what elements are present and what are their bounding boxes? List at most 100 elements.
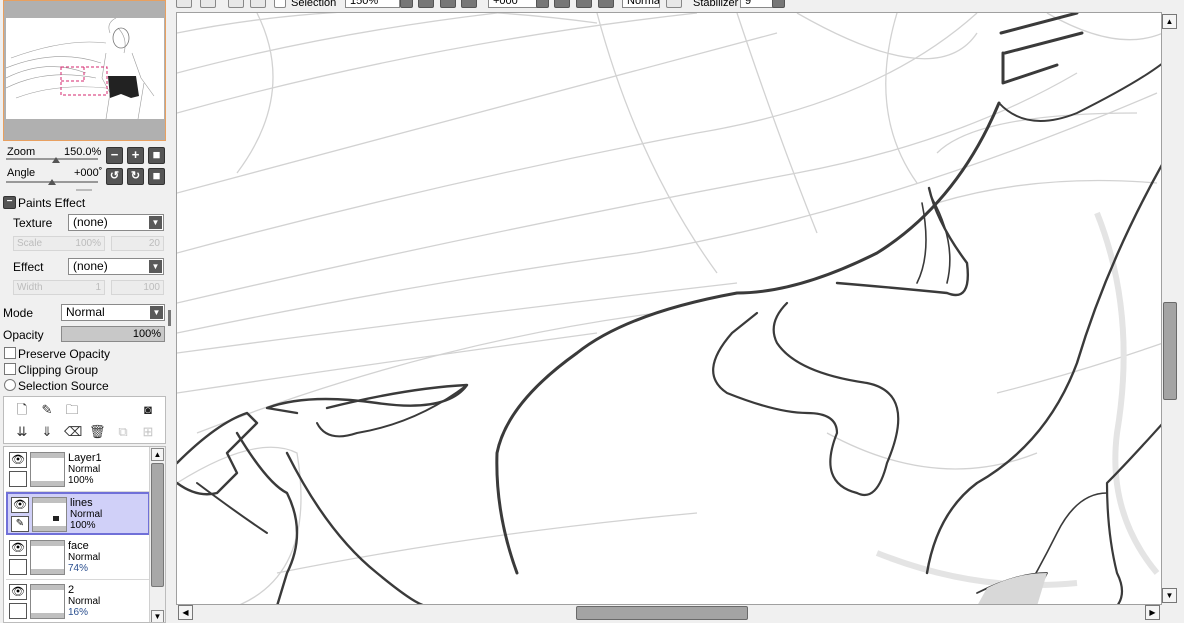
navigator-thumbnail-sketch (5, 17, 155, 120)
scroll-down-icon[interactable]: ▼ (151, 610, 164, 622)
layer-opacity: 16% (68, 607, 89, 618)
clipping-group-checkbox[interactable] (4, 363, 16, 375)
zoom-in-button[interactable] (440, 0, 456, 8)
layer-list: 👁 Layer1 Normal 100% 👁 ✎ lines Normal 10… (3, 446, 166, 623)
zoom-reset-button[interactable] (461, 0, 477, 8)
selection-label: Selection (291, 0, 337, 9)
layer-thumbnail (30, 452, 65, 487)
toolbar-invert-button[interactable] (200, 0, 216, 8)
panel-resize-grip[interactable] (76, 189, 92, 191)
clipping-group-label: Clipping Group (18, 363, 99, 377)
scroll-right-icon[interactable]: ▶ (1145, 605, 1160, 620)
merge-visible-icon[interactable]: ⇓ (39, 424, 55, 440)
scroll-up-icon[interactable]: ▲ (151, 448, 164, 461)
width-value: 1 (95, 282, 101, 293)
angle-slider-thumb[interactable] (48, 179, 56, 185)
rotate-left-button[interactable] (554, 0, 570, 8)
delete-layer-icon[interactable]: 🗑 (89, 424, 106, 440)
merge-down-icon[interactable]: ⇊ (14, 424, 30, 440)
toolbar-tool-button-2[interactable] (250, 0, 266, 8)
left-panel: Zoom 150.0% − + ■ Angle +000˚ ↺ ↻ ■ − Pa… (0, 0, 171, 623)
canvas-horizontal-scrollbar[interactable]: ◀ ▶ (176, 605, 1162, 621)
drawing-canvas[interactable] (176, 12, 1162, 605)
eye-icon[interactable]: 👁 (9, 452, 27, 468)
paints-effect-collapse-icon[interactable]: − (3, 196, 16, 209)
scroll-down-icon[interactable]: ▼ (1162, 588, 1177, 603)
effect-select[interactable]: (none) ▼ (68, 258, 164, 275)
layer-row[interactable]: 👁 face Normal 74% (6, 537, 150, 580)
toolbar-deselect-button[interactable] (176, 0, 192, 8)
selection-source-radio[interactable] (4, 379, 16, 391)
canvas-v-scroll-thumb[interactable] (1163, 302, 1177, 400)
lock-toggle[interactable] (9, 603, 27, 619)
scroll-up-icon[interactable]: ▲ (1162, 14, 1177, 29)
rotate-reset-button[interactable] (598, 0, 614, 8)
canvas-artwork (177, 13, 1161, 604)
layer-mode: Normal (70, 509, 103, 520)
scroll-left-icon[interactable]: ◀ (178, 605, 193, 620)
stabilizer-dropdown-arrow[interactable] (772, 0, 785, 8)
selection-source-label: Selection Source (18, 379, 109, 393)
layer-opacity: 74% (68, 563, 89, 574)
preserve-opacity-checkbox[interactable] (4, 347, 16, 359)
paint-tool-sai-window: Selection 150% +000° Normal Stabilizer 9 (0, 0, 1184, 623)
zoom-in-button-nav[interactable]: + (127, 147, 144, 164)
canvas-vertical-scrollbar[interactable]: ▲ ▼ (1162, 12, 1178, 605)
stabilizer-label: Stabilizer (693, 0, 739, 9)
angle-label: Angle (7, 167, 36, 179)
blend-mode-select[interactable]: Normal ▼ (61, 304, 165, 321)
zoom-dropdown-arrow[interactable] (400, 0, 413, 8)
chevron-down-icon: ▼ (150, 306, 163, 319)
rotation-dropdown-arrow[interactable] (536, 0, 549, 8)
stabilizer-field[interactable]: 9 (740, 0, 774, 8)
new-linework-layer-icon[interactable]: ✎ (39, 402, 55, 418)
navigator-thumbnail (5, 17, 164, 120)
navigator-preview[interactable] (3, 0, 166, 141)
layer-list-scrollbar[interactable]: ▲ ▼ (149, 447, 165, 622)
eye-icon[interactable]: 👁 (9, 540, 27, 556)
rotate-reset-button-nav[interactable]: ■ (148, 168, 165, 185)
layer-row-selected[interactable]: 👁 ✎ lines Normal 100% (6, 492, 150, 535)
transfer-down-icon: ⧉ (118, 424, 128, 439)
rotate-left-button-nav[interactable]: ↺ (106, 168, 123, 185)
rotate-right-button[interactable] (576, 0, 592, 8)
zoom-slider-thumb[interactable] (52, 157, 60, 163)
eye-icon[interactable]: 👁 (9, 584, 27, 600)
eye-icon[interactable]: 👁 (11, 497, 29, 513)
clear-layer-icon[interactable]: ⌫ (64, 424, 82, 440)
scale-field: Scale 100% (13, 236, 105, 251)
rotate-right-button-nav[interactable]: ↻ (127, 168, 144, 185)
layer-mode: Normal (68, 552, 101, 563)
width-label: Width (17, 282, 43, 293)
texture-select[interactable]: (none) ▼ (68, 214, 164, 231)
lock-toggle[interactable] (9, 559, 27, 575)
layer-row[interactable]: 👁 Layer1 Normal 100% (6, 449, 150, 492)
lock-toggle[interactable] (9, 471, 27, 487)
mask-icon[interactable]: ◙ (140, 402, 156, 418)
layer-opacity: 100% (68, 475, 94, 486)
paints-effect-header: Paints Effect (18, 196, 86, 210)
chevron-down-icon: ▼ (149, 260, 162, 273)
new-layer-icon[interactable]: 🗋 (14, 402, 30, 418)
layer-row[interactable]: 👁 2 Normal 16% (6, 581, 150, 622)
toolbar-tool-button[interactable] (228, 0, 244, 8)
layer-list-scroll-thumb[interactable] (151, 463, 164, 587)
layer-mode: Normal (68, 596, 101, 607)
layer-name: lines (70, 497, 93, 509)
blend-mode-field[interactable]: Normal (622, 0, 660, 8)
panel-splitter[interactable] (168, 310, 171, 326)
canvas-h-scroll-thumb[interactable] (576, 606, 748, 620)
texture-label: Texture (13, 216, 53, 230)
zoom-out-button[interactable] (418, 0, 434, 8)
new-folder-icon[interactable]: 🗀 (64, 402, 80, 418)
selection-checkbox[interactable] (274, 0, 286, 8)
flip-button[interactable] (666, 0, 682, 8)
zoom-field[interactable]: 150% (345, 0, 400, 8)
opacity-slider[interactable]: 100% (61, 326, 165, 342)
layer-name: 2 (68, 584, 75, 596)
rotation-field[interactable]: +000° (488, 0, 538, 8)
texture-value: (none) (73, 215, 108, 229)
zoom-reset-button-nav[interactable]: ■ (148, 147, 165, 164)
zoom-out-button-nav[interactable]: − (106, 147, 123, 164)
pen-icon[interactable]: ✎ (11, 516, 29, 532)
